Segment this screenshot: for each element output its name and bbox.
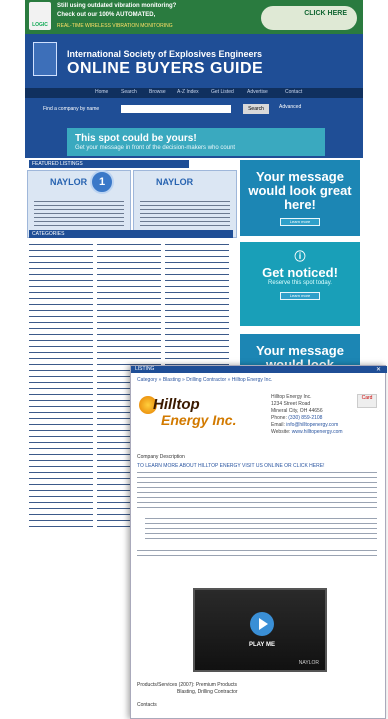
address-line-2: Mineral City, OH 44656 [271,408,323,414]
email-label: Email: [271,422,285,428]
company-info: Hilltop Energy Inc. 1234 Street Road Min… [271,394,381,448]
logo-line-2: Energy Inc. [161,412,237,428]
close-icon[interactable]: ✕ [376,366,381,373]
nav-az-index[interactable]: A-Z Index [177,89,199,95]
products-section: Products/Services (2007): Premium Produc… [137,682,238,709]
featured-listing-2[interactable]: NAYLOR [133,170,237,238]
side-ad-1[interactable]: Your message would look great here! Lear… [240,160,360,236]
featured-text-lines [140,201,230,229]
description-paragraph-2 [137,550,377,558]
step-badge: 1 [90,170,114,194]
featured-text-lines [34,201,124,229]
ad-line-1: Still using outdated vibration monitorin… [57,3,177,9]
main-nav: Home Search Browse A-Z Index Get Listed … [25,88,363,98]
hilltop-logo: Hilltop Energy Inc. [139,390,249,436]
products-value[interactable]: Blasting, Drilling Contractor [137,689,238,696]
phone-link[interactable]: (330) 859-2108 [288,415,322,421]
spot-ad-subtitle: Get your message in front of the decisio… [75,145,236,151]
top-banner-ad[interactable]: LOGIC Still using outdated vibration mon… [25,0,363,34]
alert-icon: ⓘ [294,251,306,263]
screenshot-stage: LOGIC Still using outdated vibration mon… [0,0,388,719]
website-link[interactable]: www.hilltopenergy.com [292,429,343,435]
nav-advertise[interactable]: Advertise [247,89,268,95]
featured-header: FEATURED LISTINGS [29,160,189,168]
contacts-label: Contacts [137,702,157,708]
naylor-logo: NAYLOR [50,177,88,187]
listing-title-bar: LISTING [131,366,387,373]
side-ad-1-button[interactable]: Learn more [280,218,320,226]
video-brand: NAYLOR [298,660,319,666]
nav-home[interactable]: Home [95,89,108,95]
ad-line-3: REAL-TIME WIRELESS VIBRATION MONITORING [57,23,173,29]
search-button[interactable]: Search [243,104,269,114]
isee-emblem-icon [33,42,57,76]
naylor-logo: NAYLOR [156,177,194,187]
side-ad-2-message: Get noticed! [262,265,338,280]
featured-listing-1[interactable]: NAYLOR [27,170,131,238]
search-label: Find a company by name [43,106,100,112]
site-header: International Society of Explosives Engi… [25,34,363,84]
spot-ad-title: This spot could be yours! [75,133,197,144]
side-ad-2[interactable]: ⓘ Get noticed! Reserve this spot today. … [240,242,360,326]
video-player[interactable]: PLAY ME NAYLOR [193,588,327,672]
nav-browse[interactable]: Browse [149,89,166,95]
category-column-1[interactable] [29,242,93,532]
advanced-search-link[interactable]: Advanced [279,104,301,110]
nav-get-listed[interactable]: Get Listed [211,89,234,95]
nav-contact[interactable]: Contact [285,89,302,95]
play-icon[interactable] [250,612,274,636]
vcard-icon[interactable]: Card [357,394,377,408]
description-paragraph-1 [137,472,377,512]
video-label: PLAY ME [248,642,275,648]
logic-logo: LOGIC [29,2,51,30]
breadcrumb[interactable]: Category » Blasting » Drilling Contracto… [137,377,272,383]
phone-label: Phone: [271,415,287,421]
products-label: Products/Services (2007): Premium Produc… [137,682,238,688]
search-input[interactable] [121,105,231,113]
click-here-button[interactable]: CLICK HERE [261,6,357,30]
email-link[interactable]: info@hilltopenergy.com [286,422,338,428]
spot-banner-ad[interactable]: This spot could be yours! Get your messa… [67,128,325,156]
nav-search[interactable]: Search [121,89,137,95]
org-name: International Society of Explosives Engi… [67,49,263,59]
company-listing-popup: LISTING ✕ Category » Blasting » Drilling… [130,365,387,719]
bullet-list [145,518,377,542]
side-ad-1-message: Your message would look great here! [248,169,352,212]
categories-header: CATEGORIES [29,230,233,238]
ad-line-2: Check out our 100% AUTOMATED, [57,12,156,18]
side-ad-2-sub: Reserve this spot today. [268,280,332,286]
search-bar: Find a company by name Search Advanced [25,98,363,120]
learn-more-link[interactable]: TO LEARN MORE ABOUT HILLTOP ENERGY VISIT… [137,463,324,469]
logo-line-1: Hilltop [153,396,200,413]
side-ad-2-button[interactable]: Learn more [280,292,320,300]
description-label: Company Description [137,454,185,460]
website-label: Website: [271,429,291,435]
site-title: ONLINE BUYERS GUIDE [67,60,264,77]
